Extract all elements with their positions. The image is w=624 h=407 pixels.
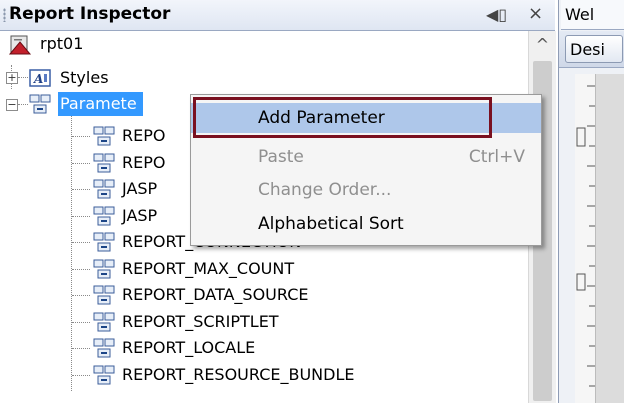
parameter-icon — [93, 126, 115, 146]
menu-item-alphabetical-sort[interactable]: Alphabetical Sort — [191, 209, 541, 239]
parameter-icon — [93, 338, 115, 358]
parameter-label: REPORT_MAX_COUNT — [122, 258, 295, 278]
styles-icon: A — [29, 69, 51, 87]
ruler-ticks — [576, 85, 595, 387]
menu-item-shortcut: Ctrl+V — [468, 147, 525, 167]
svg-text:A: A — [33, 72, 43, 86]
tree-node-parameter[interactable]: REPORT_DATA_SOURCE — [0, 282, 520, 308]
tree-line — [72, 136, 90, 137]
report-icon — [8, 35, 32, 55]
tree-node-parameter[interactable]: REPORT_LOCALE — [0, 335, 520, 361]
parameter-icon — [93, 206, 115, 225]
tree-node-parameter[interactable]: REPORT_SCRIPTLET — [0, 309, 520, 335]
vertical-ruler — [575, 74, 596, 403]
styles-label: Styles — [60, 68, 109, 87]
menu-item-label: Alphabetical Sort — [258, 214, 404, 234]
parameter-icon — [93, 153, 115, 172]
expand-icon[interactable]: + — [6, 72, 18, 84]
tab-welcome[interactable]: Wel — [561, 0, 624, 30]
parameter-label: REPO — [122, 152, 166, 172]
tree-line — [72, 268, 90, 270]
drag-grip-icon[interactable] — [3, 8, 6, 22]
menu-item-label: Change Order... — [258, 180, 392, 200]
parameter-label: JASP — [122, 205, 158, 225]
menu-item-label: Paste — [258, 147, 304, 167]
parameter-icon — [93, 259, 115, 278]
designer-toolbar: Desi — [559, 31, 624, 68]
close-icon[interactable]: × — [528, 3, 543, 24]
tree-line — [72, 162, 90, 164]
tree-node-parameters[interactable]: − Paramete — [0, 91, 200, 117]
tree-node-styles[interactable]: + A Styles — [0, 65, 200, 91]
designer-button[interactable]: Desi — [565, 35, 623, 63]
parameter-label: REPORT_DATA_SOURCE — [122, 285, 309, 304]
tree-line — [72, 242, 90, 243]
parameter-label: REPORT_RESOURCE_BUNDLE — [122, 364, 355, 384]
panel-titlebar[interactable]: Report Inspector ◀▯ × — [0, 0, 555, 31]
designer-pane: Wel Desi — [558, 0, 624, 403]
menu-item-change-order[interactable]: Change Order... — [191, 175, 541, 205]
callout-highlight-box — [193, 97, 492, 138]
parameters-icon — [29, 94, 51, 114]
tree-line — [72, 215, 90, 217]
parameter-label: REPORT_LOCALE — [122, 338, 256, 357]
parameters-label: Paramete — [58, 92, 143, 116]
scroll-up-arrow-icon[interactable]: ^ — [529, 31, 556, 57]
parameter-label: JASP — [122, 179, 158, 198]
pin-icon[interactable]: ◀▯ — [486, 5, 507, 24]
tree-node-parameter[interactable]: REPORT_RESOURCE_BUNDLE — [0, 362, 520, 388]
panel-title: Report Inspector — [9, 4, 171, 24]
tree-line — [72, 321, 90, 323]
tree-line — [72, 374, 90, 376]
design-canvas[interactable] — [596, 74, 624, 403]
tree-line — [72, 295, 90, 296]
parameter-icon — [93, 285, 115, 305]
parameter-icon — [93, 312, 115, 331]
parameter-icon — [93, 179, 115, 199]
tree-line — [72, 189, 90, 190]
parameter-label: REPORT_SCRIPTLET — [122, 311, 279, 331]
parameter-label: REPO — [122, 126, 166, 145]
tree-node-parameter[interactable]: REPORT_MAX_COUNT — [0, 256, 520, 282]
tree-line — [72, 348, 90, 349]
parameter-icon — [93, 365, 115, 384]
tree-root-label: rpt01 — [40, 34, 84, 53]
collapse-icon[interactable]: − — [6, 99, 18, 111]
parameter-icon — [93, 232, 115, 252]
menu-item-paste[interactable]: Paste Ctrl+V — [191, 142, 541, 172]
